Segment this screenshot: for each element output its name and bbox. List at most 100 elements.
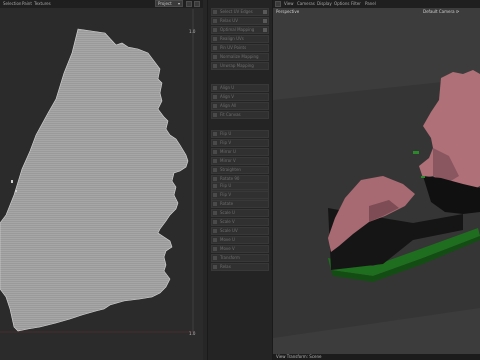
- uv-tool-button[interactable]: Select UV Edges: [211, 8, 269, 16]
- viewport-scene: [273, 70, 480, 338]
- tool-icon: [213, 265, 217, 269]
- tool-icon: [213, 168, 217, 172]
- menu-textures[interactable]: Textures: [34, 1, 51, 7]
- menu-paint[interactable]: Paint: [22, 1, 32, 7]
- uv-tools-panel: Select UV Edges Relax UV Optimal Mapping Re…: [207, 0, 273, 360]
- tool-icon: [213, 220, 217, 224]
- fit-view-button[interactable]: [186, 1, 192, 7]
- uv-tool-label: Fit Canvas: [220, 112, 241, 117]
- uv-tool-button[interactable]: Move U: [211, 236, 269, 244]
- uv-tool-button[interactable]: Scale UV: [211, 227, 269, 235]
- uv-tool-label: Scale V: [220, 219, 235, 224]
- tool-icon: [213, 37, 217, 41]
- uv-tool-button[interactable]: Scale U: [211, 209, 269, 217]
- uv-tool-button[interactable]: Straighten: [211, 166, 269, 174]
- tool-icon: [213, 238, 217, 242]
- tool-icon: [213, 10, 217, 14]
- uv-canvas[interactable]: [0, 9, 195, 351]
- uv-tool-label: Realign UVs: [220, 36, 244, 41]
- uv-tool-button[interactable]: Pin UV Points: [211, 44, 269, 52]
- uv-tool-button[interactable]: Transform: [211, 254, 269, 262]
- uv-tool-label: Scale UV: [220, 228, 238, 233]
- chevron-down-icon: ▾: [177, 1, 180, 6]
- uv-editor-panel: Selection Paint Textures Project ▾ 1.0 1…: [0, 0, 203, 360]
- uv-tool-button[interactable]: Flip V: [211, 191, 269, 199]
- vp-menu-panel[interactable]: Panel: [365, 1, 376, 7]
- uv-tool-label: Mirror V: [220, 158, 236, 163]
- uv-tool-button[interactable]: Flip V: [211, 139, 269, 147]
- tool-icon: [213, 202, 217, 206]
- uv-tool-button[interactable]: Mirror V: [211, 157, 269, 165]
- viewport-status-text: View Transform: Scene: [276, 354, 322, 359]
- uv-tool-label: Flip U: [220, 131, 232, 136]
- uv-tool-button[interactable]: Rotate: [211, 200, 269, 208]
- uv-tool-label: Unwrap Mapping: [220, 63, 254, 68]
- uv-tool-button[interactable]: Normalize Mapping: [211, 53, 269, 61]
- uv-tool-label: Relax: [220, 264, 231, 269]
- uv-tool-label: Align U: [220, 85, 235, 90]
- menu-selection[interactable]: Selection: [3, 1, 21, 7]
- tool-icon: [213, 104, 217, 108]
- ruler-label-top: 1.0: [189, 29, 196, 34]
- uv-fragment: [11, 180, 13, 183]
- projection-dropdown-value: Project: [158, 1, 172, 6]
- uv-tool-label: Flip V: [220, 140, 232, 145]
- uv-tool-label: Pin UV Points: [220, 45, 247, 50]
- tool-icon: [213, 229, 217, 233]
- uv-tool-button[interactable]: Relax UV: [211, 17, 269, 25]
- viewport-menubar: View Cameras Display Options Filter Pane…: [273, 0, 480, 8]
- tool-icon: [213, 256, 217, 260]
- uv-tool-button[interactable]: Move V: [211, 245, 269, 253]
- uv-tool-label: Normalize Mapping: [220, 54, 259, 59]
- uv-tool-label: Move V: [220, 246, 235, 251]
- vp-menu-filter[interactable]: Filter: [351, 1, 361, 7]
- uv-tool-button[interactable]: Relax: [211, 263, 269, 271]
- uv-tool-label: Move U: [220, 237, 235, 242]
- tool-icon: [213, 55, 217, 59]
- projection-dropdown[interactable]: Project ▾: [155, 0, 183, 7]
- uv-tool-label: Flip U: [220, 183, 232, 188]
- uv-tool-button[interactable]: Flip U: [211, 182, 269, 190]
- uv-tool-label: Rotate: [220, 201, 234, 206]
- 3d-viewport[interactable]: View Cameras Display Options Filter Pane…: [273, 0, 480, 360]
- uv-tool-label: Mirror U: [220, 149, 236, 154]
- vp-menu-display[interactable]: Display: [317, 1, 332, 7]
- tool-option-checkbox[interactable]: [263, 19, 267, 23]
- tool-option-checkbox[interactable]: [263, 10, 267, 14]
- uv-tool-button[interactable]: Fit Canvas: [211, 111, 269, 119]
- tool-icon: [213, 86, 217, 90]
- uv-tool-label: Transform: [220, 255, 240, 260]
- uv-menubar: Selection Paint Textures Project ▾: [0, 0, 203, 8]
- uv-tool-button[interactable]: Align All: [211, 102, 269, 110]
- tool-icon: [213, 64, 217, 68]
- uv-island[interactable]: [0, 28, 189, 332]
- uv-tool-button[interactable]: Mirror U: [211, 148, 269, 156]
- uv-tool-button[interactable]: Align U: [211, 84, 269, 92]
- options-button[interactable]: [194, 1, 200, 7]
- uv-tool-button[interactable]: Optimal Mapping: [211, 26, 269, 34]
- viewport-toggle-button[interactable]: [275, 1, 281, 7]
- tool-icon: [213, 193, 217, 197]
- vp-menu-view[interactable]: View: [284, 1, 294, 7]
- uv-tool-label: Optimal Mapping: [220, 27, 255, 32]
- uv-tool-label: Select UV Edges: [220, 9, 253, 14]
- tool-icon: [213, 28, 217, 32]
- uv-tool-button[interactable]: Flip U: [211, 130, 269, 138]
- tool-option-checkbox[interactable]: [263, 28, 267, 32]
- mesh-pier: [421, 176, 425, 178]
- viewport-statusbar: View Transform: Scene: [273, 354, 480, 360]
- tool-icon: [213, 141, 217, 145]
- uv-tool-button[interactable]: Scale V: [211, 218, 269, 226]
- vp-menu-cameras[interactable]: Cameras: [297, 1, 315, 7]
- uv-tool-label: Relax UV: [220, 18, 238, 23]
- uv-tool-label: Flip V: [220, 192, 232, 197]
- uv-tool-label: Straighten: [220, 167, 241, 172]
- tool-icon: [213, 19, 217, 23]
- tool-icon: [213, 159, 217, 163]
- uv-tool-button[interactable]: Align V: [211, 93, 269, 101]
- vp-menu-options[interactable]: Options: [334, 1, 349, 7]
- uv-tool-label: Scale U: [220, 210, 235, 215]
- uv-tool-button[interactable]: Unwrap Mapping: [211, 62, 269, 70]
- uv-tool-button[interactable]: Realign UVs: [211, 35, 269, 43]
- uv-tool-label: Align All: [220, 103, 237, 108]
